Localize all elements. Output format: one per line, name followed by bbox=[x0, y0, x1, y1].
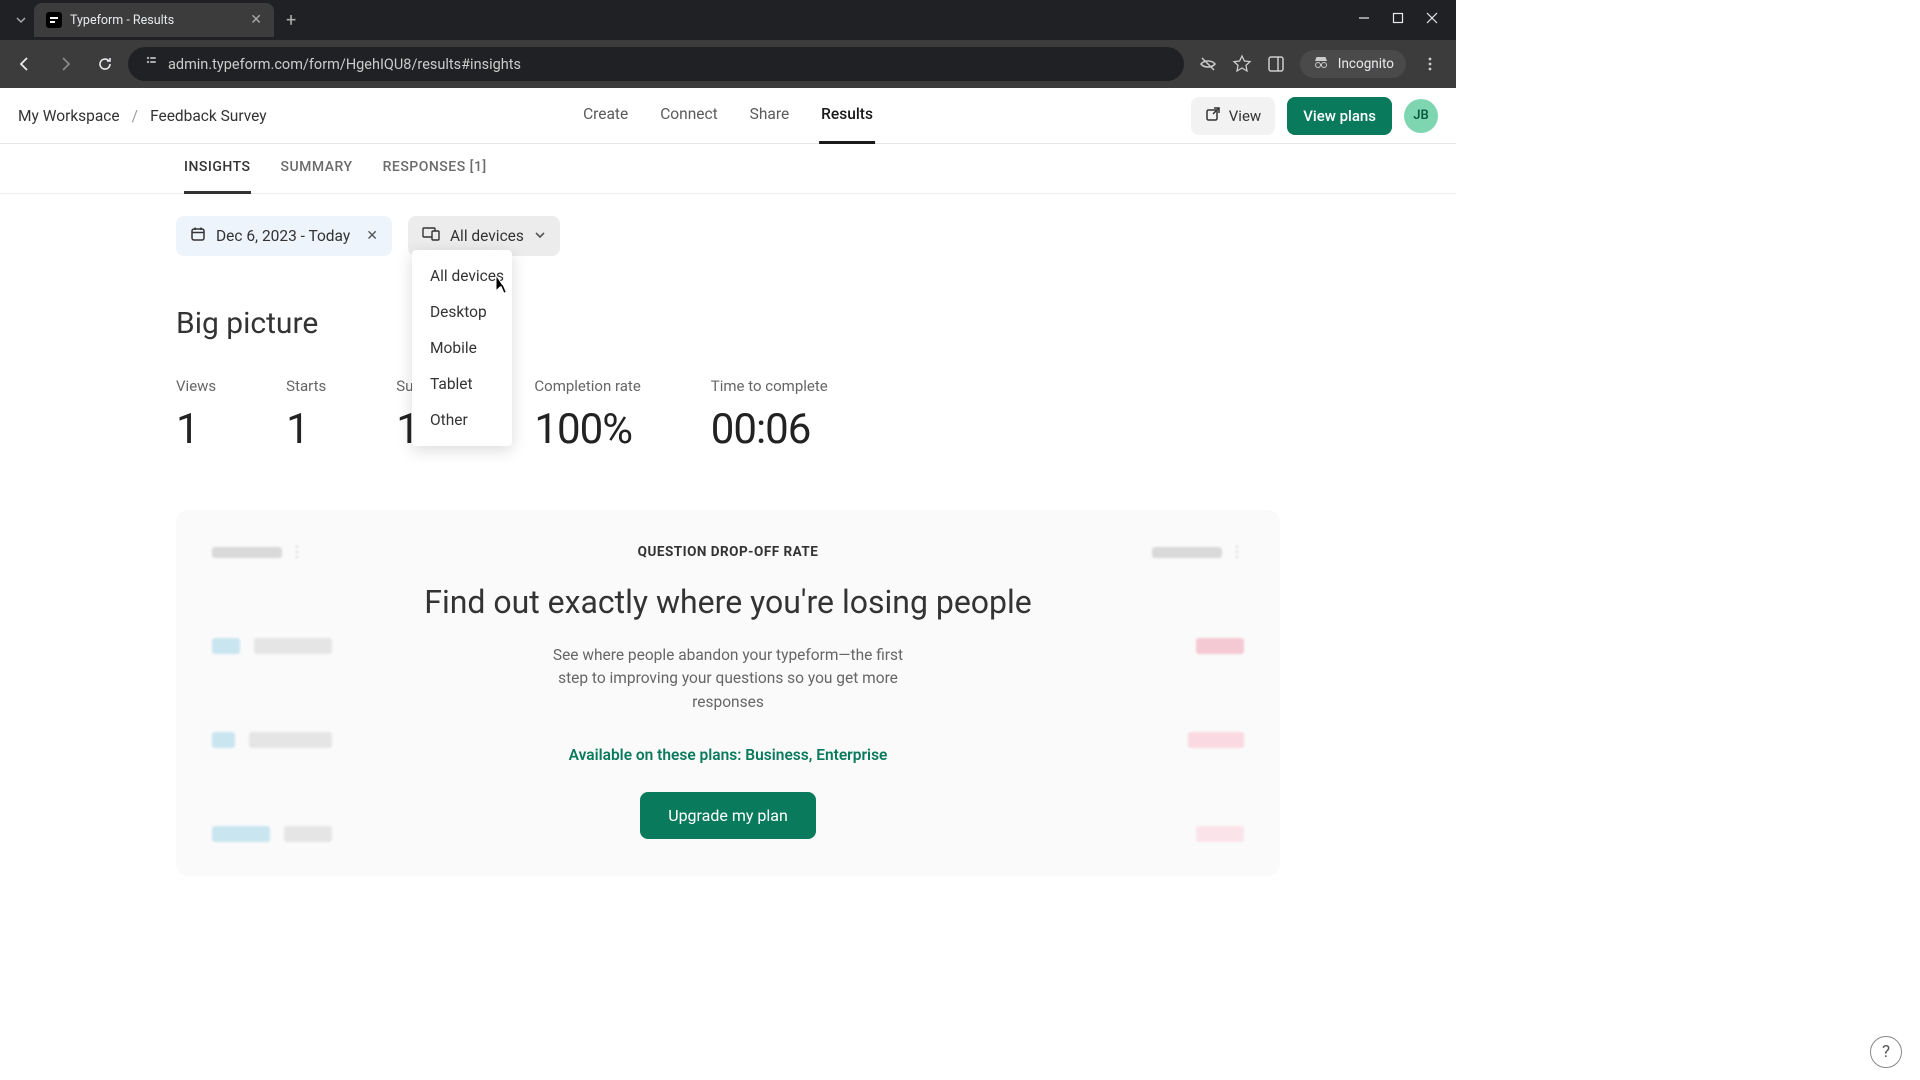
minimize-icon[interactable] bbox=[1358, 12, 1370, 28]
dropdown-item-tablet[interactable]: Tablet bbox=[412, 366, 512, 402]
big-picture-title: Big picture bbox=[176, 306, 1280, 341]
browser-tab-bar: Typeform - Results ✕ + bbox=[0, 0, 1456, 40]
date-filter-label: Dec 6, 2023 - Today bbox=[216, 227, 350, 245]
side-panel-icon[interactable] bbox=[1266, 54, 1286, 74]
dropoff-kicker: QUESTION DROP-OFF RATE bbox=[372, 544, 1084, 560]
filter-bar: Dec 6, 2023 - Today ✕ All devices bbox=[176, 216, 1280, 256]
subtab-responses[interactable]: RESPONSES [1] bbox=[383, 144, 487, 194]
calendar-icon bbox=[190, 226, 206, 246]
forward-button[interactable] bbox=[48, 47, 82, 81]
metric-label: Time to complete bbox=[711, 377, 828, 395]
site-info-icon[interactable] bbox=[144, 55, 158, 73]
browser-menu-icon[interactable] bbox=[1420, 54, 1440, 74]
back-button[interactable] bbox=[8, 47, 42, 81]
bookmark-icon[interactable] bbox=[1232, 54, 1252, 74]
new-tab-button[interactable]: + bbox=[274, 10, 308, 31]
tab-close-icon[interactable]: ✕ bbox=[250, 12, 262, 28]
tab-create[interactable]: Create bbox=[581, 88, 630, 144]
browser-toolbar: admin.typeform.com/form/HgehIQU8/results… bbox=[0, 40, 1456, 88]
tab-results[interactable]: Results bbox=[819, 88, 875, 144]
reload-button[interactable] bbox=[88, 47, 122, 81]
metric-value: 1 bbox=[286, 405, 326, 454]
device-filter-label: All devices bbox=[450, 227, 524, 245]
dropoff-preview-right: ⋮ bbox=[1124, 544, 1244, 842]
view-button[interactable]: View bbox=[1191, 97, 1275, 135]
metric-value: 00:06 bbox=[711, 405, 828, 454]
metric-completion-rate: Completion rate 100% bbox=[534, 377, 640, 454]
external-link-icon bbox=[1205, 106, 1221, 126]
metric-label: Completion rate bbox=[534, 377, 640, 395]
metric-label: Starts bbox=[286, 377, 326, 395]
tab-title: Typeform - Results bbox=[70, 13, 242, 28]
dropoff-plans-note: Available on these plans: Business, Ente… bbox=[372, 746, 1084, 764]
breadcrumb-root[interactable]: My Workspace bbox=[18, 107, 120, 125]
metric-value: 1 bbox=[176, 405, 216, 454]
big-picture-section: Big picture Views 1 Starts 1 Submissions… bbox=[176, 306, 1280, 454]
date-filter[interactable]: Dec 6, 2023 - Today ✕ bbox=[176, 216, 392, 256]
metric-label: Views bbox=[176, 377, 216, 395]
tracking-protection-icon[interactable] bbox=[1198, 54, 1218, 74]
dropdown-item-other[interactable]: Other bbox=[412, 402, 512, 438]
main-tabs: Create Connect Share Results bbox=[581, 88, 875, 144]
incognito-icon bbox=[1312, 55, 1330, 73]
incognito-label: Incognito bbox=[1338, 56, 1394, 72]
browser-tab[interactable]: Typeform - Results ✕ bbox=[34, 3, 274, 37]
avatar[interactable]: JB bbox=[1404, 99, 1438, 133]
dropoff-body: See where people abandon your typeform—t… bbox=[548, 644, 908, 714]
breadcrumb: My Workspace / Feedback Survey bbox=[18, 107, 267, 125]
tab-connect[interactable]: Connect bbox=[658, 88, 719, 144]
clear-date-filter-icon[interactable]: ✕ bbox=[360, 228, 378, 244]
chevron-down-icon bbox=[534, 227, 546, 245]
window-close-icon[interactable] bbox=[1426, 12, 1438, 28]
dropoff-card: ⋮ QUESTION DROP-OFF RATE Find out exactl… bbox=[176, 510, 1280, 876]
upgrade-plan-button[interactable]: Upgrade my plan bbox=[640, 792, 816, 839]
breadcrumb-separator: / bbox=[132, 107, 138, 125]
mouse-cursor-icon bbox=[493, 273, 513, 301]
metric-value: 100% bbox=[534, 405, 640, 454]
devices-icon bbox=[422, 227, 440, 245]
metric-views: Views 1 bbox=[176, 377, 216, 454]
favicon-icon bbox=[46, 12, 62, 28]
help-button[interactable]: ? bbox=[1870, 1036, 1902, 1068]
dropoff-preview-left: ⋮ bbox=[212, 544, 332, 842]
app-header: My Workspace / Feedback Survey Create Co… bbox=[0, 88, 1456, 144]
metric-starts: Starts 1 bbox=[286, 377, 326, 454]
dropdown-item-mobile[interactable]: Mobile bbox=[412, 330, 512, 366]
metrics-row: Views 1 Starts 1 Submissions 1 Completio… bbox=[176, 377, 1280, 454]
maximize-icon[interactable] bbox=[1392, 12, 1404, 28]
address-bar[interactable]: admin.typeform.com/form/HgehIQU8/results… bbox=[128, 47, 1184, 81]
incognito-chip[interactable]: Incognito bbox=[1300, 50, 1406, 78]
breadcrumb-current[interactable]: Feedback Survey bbox=[150, 107, 267, 125]
view-label: View bbox=[1229, 107, 1261, 125]
insights-content: Dec 6, 2023 - Today ✕ All devices All de… bbox=[0, 194, 1456, 876]
subtab-insights[interactable]: INSIGHTS bbox=[184, 144, 251, 194]
tab-search-dropdown-icon[interactable] bbox=[8, 2, 34, 38]
dropoff-headline: Find out exactly where you're losing peo… bbox=[372, 582, 1084, 622]
view-plans-button[interactable]: View plans bbox=[1287, 97, 1392, 135]
tab-share[interactable]: Share bbox=[748, 88, 792, 144]
metric-time-to-complete: Time to complete 00:06 bbox=[711, 377, 828, 454]
result-sub-tabs: INSIGHTS SUMMARY RESPONSES [1] bbox=[0, 144, 1456, 194]
subtab-summary[interactable]: SUMMARY bbox=[281, 144, 353, 194]
url-text: admin.typeform.com/form/HgehIQU8/results… bbox=[168, 56, 521, 73]
